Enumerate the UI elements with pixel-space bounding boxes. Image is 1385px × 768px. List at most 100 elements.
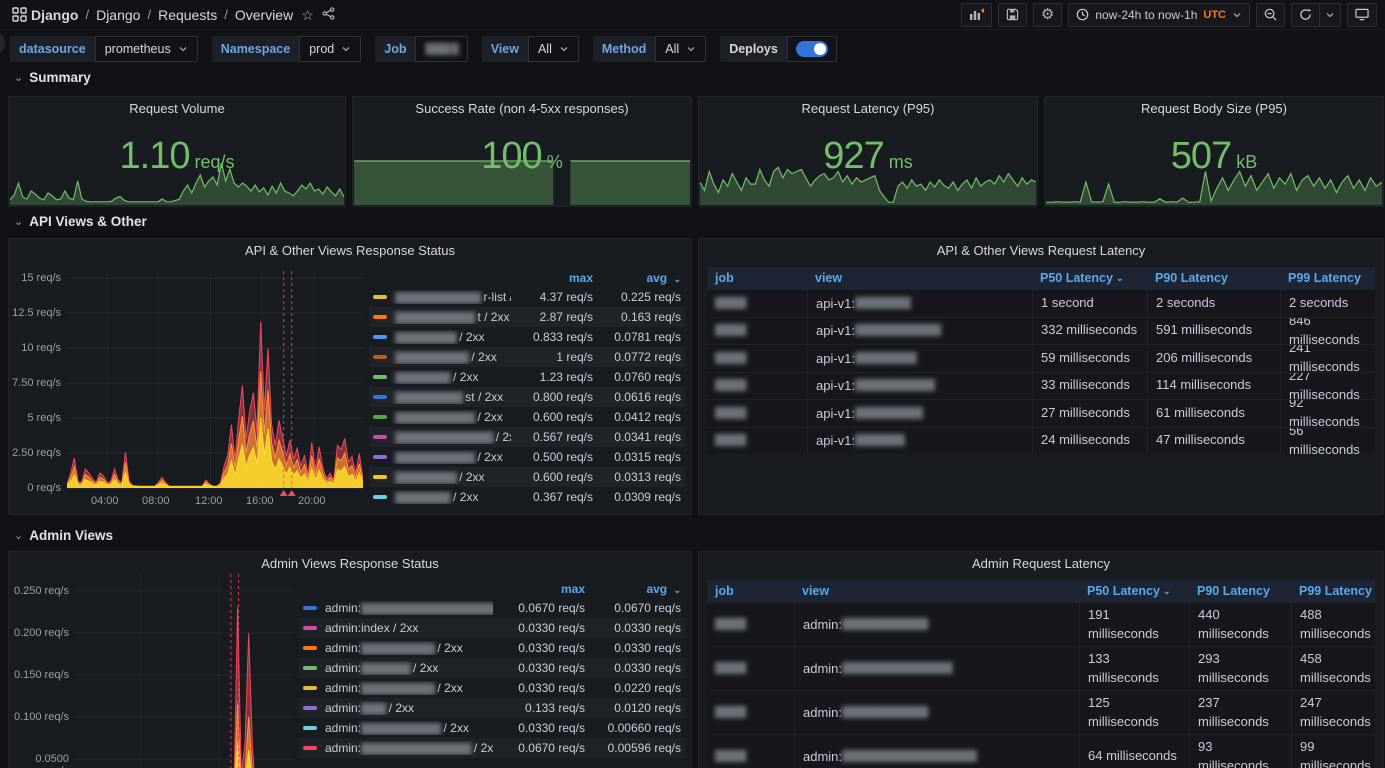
legend-series-label: admin:████ / 2xx (303, 701, 493, 715)
legend-row[interactable]: █████████████ / 2xx 0.600 req/s 0.0412 req… (369, 407, 685, 427)
legend-row[interactable]: █████████████ t / 2xx 2.87 req/s 0.163 req… (369, 307, 685, 327)
legend-swatch (373, 455, 387, 459)
table-row[interactable]: █████ api-v1: ███████████ 27 milliseconds 61… (707, 399, 1375, 427)
legend-row[interactable]: admin:██████████████████ / 2xx 0.0670 req… (299, 738, 685, 758)
time-range-picker[interactable]: now-24h to now-1h UTC (1068, 2, 1250, 27)
dashboards-grid-icon[interactable] (12, 7, 27, 22)
legend-avg-value: 0.0760 req/s (614, 370, 681, 384)
filter-method-value[interactable]: All (655, 36, 707, 62)
filter-job-value[interactable]: ████ █ (415, 36, 468, 62)
filter-datasource-value[interactable]: prometheus (94, 36, 198, 62)
table-row[interactable]: █████ api-v1: ██████████████ 332 millisecon… (707, 316, 1375, 345)
panel-admin-response-status: Admin Views Response Status 0.0500 req/s 0… (8, 551, 692, 768)
legend-name-redacted: ██████████ (395, 473, 457, 484)
legend-row[interactable]: admin:████████████ / 2xx 0.0330 req/s 0.02… (299, 678, 685, 698)
legend-row[interactable]: ███████████ st / 2xx 0.800 req/s 0.0616 re… (369, 387, 685, 407)
cell-job: █████ (707, 318, 807, 345)
deploys-toggle[interactable] (795, 41, 828, 57)
legend-name-suffix: / 2xx (449, 370, 479, 384)
legend-swatch (373, 315, 387, 319)
kiosk-mode-button[interactable] (1347, 2, 1377, 27)
filter-datasource-label: datasource (10, 36, 95, 62)
latency-value: 332 milliseconds (1041, 322, 1138, 338)
share-icon[interactable] (322, 7, 335, 22)
sidebar-peek-handle[interactable] (0, 32, 5, 54)
column-header-view[interactable]: view (807, 271, 1032, 285)
zoom-out-time-button[interactable] (1256, 2, 1285, 27)
stat-value: 507 (1170, 135, 1232, 177)
refresh-button[interactable] (1291, 2, 1320, 27)
table-row[interactable]: █████ api-v1: ████████ 24 milliseconds 47 mi… (707, 426, 1375, 454)
legend-series-name: admin:██████████████████ / 2xx (325, 741, 493, 755)
chart-plot[interactable] (75, 574, 293, 768)
cell-p90-latency: 61 milliseconds (1147, 400, 1280, 427)
column-header-job[interactable]: job (707, 271, 807, 285)
table-row[interactable]: █████ api-v1: █████████████ 33 milliseconds… (707, 371, 1375, 399)
legend-row[interactable]: ████████████ / 2xx 1 req/s 0.0772 req/s (369, 347, 685, 367)
sort-caret-icon: ⌄ (1115, 272, 1124, 283)
legend-row[interactable]: admin:index / 2xx 0.0330 req/s 0.0330 req/… (299, 618, 685, 638)
legend-name-redacted: █████████████ (395, 413, 475, 424)
refresh-interval-dropdown[interactable] (1320, 2, 1341, 27)
legend-sort-max[interactable]: max (493, 582, 585, 596)
legend-name-suffix: / 2xx (440, 721, 469, 735)
stat-value-row: 927 ms (699, 135, 1037, 178)
latency-table: job view P50 Latency ⌄ P90 Latency P99 Latenc… (707, 580, 1375, 768)
section-admin-views[interactable]: ⌄ Admin Views (14, 528, 113, 543)
table-row[interactable]: █████ api-v1: █████████ 1 second 2 seconds 2 … (707, 289, 1375, 317)
table-row[interactable]: █████ admin: ██████████████ 125 milliseconds… (707, 690, 1375, 734)
column-header-p50-latency[interactable]: P50 Latency ⌄ (1079, 584, 1189, 598)
column-header-view[interactable]: view (794, 584, 1079, 598)
filter-namespace-value[interactable]: prod (299, 36, 362, 62)
breadcrumb-item-django-app[interactable]: Django (31, 7, 78, 23)
legend-row[interactable]: █████████ / 2xx 0.367 req/s 0.0309 req/s (369, 487, 685, 507)
cell-p90-latency: 440 milliseconds (1189, 603, 1291, 646)
cell-p50-latency: 125 milliseconds (1079, 691, 1189, 734)
legend-header: max avg ⌄ (299, 580, 685, 598)
legend-row[interactable]: admin:████████████ / 2xx 0.0330 req/s 0.03… (299, 638, 685, 658)
section-api-views[interactable]: ⌄ API Views & Other (14, 214, 147, 229)
filter-view-value[interactable]: All (527, 36, 579, 62)
legend-row[interactable]: █████████████ / 2xx 0.500 req/s 0.0315 req… (369, 447, 685, 467)
table-row[interactable]: █████ admin: ██████████████████████ 64 mill… (707, 734, 1375, 768)
legend-row[interactable]: █████████ / 2xx 1.23 req/s 0.0760 req/s (369, 367, 685, 387)
column-header-p99-latency[interactable]: P99 Latency (1291, 584, 1375, 598)
section-summary[interactable]: ⌄ Summary (14, 70, 91, 85)
table-row[interactable]: █████ admin: ██████████████████ 133 millisec… (707, 646, 1375, 690)
legend-row[interactable]: admin:████████ / 2xx 0.0330 req/s 0.0330 r… (299, 658, 685, 678)
legend-swatch (303, 646, 317, 650)
legend-row[interactable]: admin:█████████████ / 2xx 0.0330 req/s 0.0… (299, 718, 685, 738)
chart-plot[interactable] (66, 271, 364, 498)
dashboard-settings-button[interactable]: ⚙ (1032, 2, 1063, 27)
breadcrumb-item-overview[interactable]: Overview (235, 7, 293, 23)
save-dashboard-button[interactable] (997, 2, 1027, 27)
column-header-p99-latency[interactable]: P99 Latency (1280, 271, 1375, 285)
legend-row[interactable]: ██████████ / 2xx 0.600 req/s 0.0313 req/s (369, 467, 685, 487)
column-header-p90-latency[interactable]: P90 Latency (1147, 271, 1280, 285)
breadcrumb-separator: / (85, 7, 90, 22)
add-panel-button[interactable] (960, 2, 992, 27)
breadcrumb-item-requests[interactable]: Requests (158, 7, 217, 23)
legend-row[interactable]: ████████████████ / 2xx 0.567 req/s 0.0341 … (369, 427, 685, 447)
column-header-p90-latency[interactable]: P90 Latency (1189, 584, 1291, 598)
breadcrumb-item-django[interactable]: Django (96, 7, 140, 23)
latency-value: 241 milliseconds (1289, 345, 1360, 372)
legend-row[interactable]: ██████████ / 2xx 0.833 req/s 0.0781 req/s (369, 327, 685, 347)
chevron-down-icon (1326, 12, 1334, 17)
legend-row[interactable]: admin:████ / 2xx 0.133 req/s 0.0120 req/s (299, 698, 685, 718)
legend-series-label: ██████████████ r-list / 2xx (373, 290, 511, 304)
x-axis-label: 04:00 (91, 495, 119, 507)
legend-sort-max[interactable]: max (511, 271, 593, 285)
legend-sort-avg[interactable]: avg ⌄ (593, 271, 681, 285)
legend-row[interactable]: admin:██████████████████████████ / 2xx 0.… (299, 598, 685, 618)
filter-method-current: All (665, 42, 680, 56)
legend-name-redacted: ████████████ (361, 644, 435, 655)
favorite-star-icon[interactable]: ☆ (301, 8, 314, 22)
table-row[interactable]: █████ api-v1: ██████████ 59 milliseconds 206… (707, 344, 1375, 372)
legend-sort-avg[interactable]: avg ⌄ (585, 582, 681, 596)
column-header-p50-latency[interactable]: P50 Latency ⌄ (1032, 271, 1147, 285)
cell-p99-latency: 458 milliseconds (1291, 647, 1375, 690)
column-header-job[interactable]: job (707, 584, 794, 598)
table-row[interactable]: █████ admin: ██████████████ 191 milliseconds… (707, 602, 1375, 646)
legend-row[interactable]: ██████████████ r-list / 2xx 4.37 req/s 0.2… (369, 287, 685, 307)
